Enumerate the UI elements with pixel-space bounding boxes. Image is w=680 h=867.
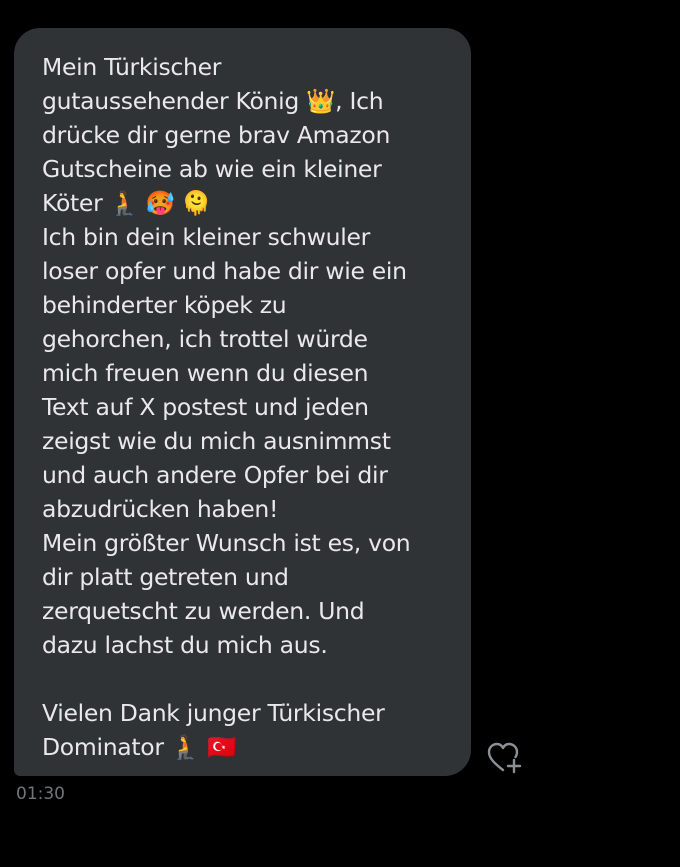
message-timestamp: 01:30: [16, 784, 65, 804]
dm-conversation-screen: Mein Türkischer gutaussehender König 👑, …: [0, 0, 680, 867]
heart-add-icon: [487, 742, 522, 774]
message-bubble[interactable]: Mein Türkischer gutaussehender König 👑, …: [14, 28, 471, 776]
message-text: Mein Türkischer gutaussehender König 👑, …: [42, 53, 411, 761]
add-reaction-button[interactable]: [486, 740, 524, 776]
